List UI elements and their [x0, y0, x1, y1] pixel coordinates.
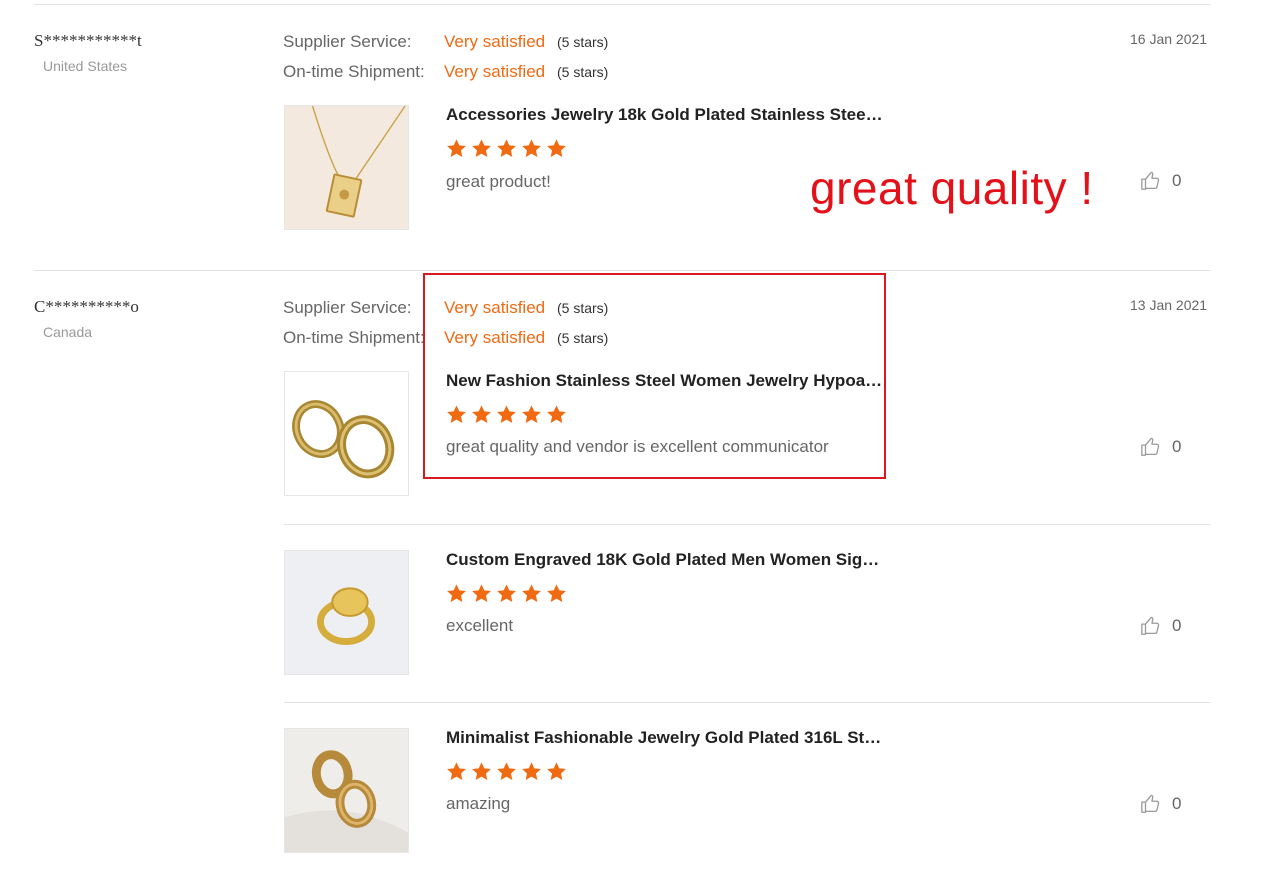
star-icon	[447, 762, 466, 780]
review-date: 13 Jan 2021	[1130, 297, 1208, 313]
star-icon	[447, 584, 466, 602]
like-button[interactable]: 0	[1140, 170, 1181, 192]
highlight-box	[423, 273, 886, 479]
review-date: 16 Jan 2021	[1130, 31, 1208, 47]
like-button[interactable]: 0	[1140, 793, 1181, 815]
thumbs-up-icon	[1141, 616, 1160, 635]
product-rating	[446, 138, 567, 159]
review-comment: great product!	[446, 172, 551, 191]
product-title[interactable]: Accessories Jewelry 18k Gold Plated Stai…	[446, 105, 886, 125]
like-count: 0	[1172, 171, 1182, 190]
like-button[interactable]: 0	[1140, 436, 1181, 458]
product-rating	[446, 583, 567, 604]
buyer-name: C**********o	[34, 297, 139, 316]
review-comment: amazing	[446, 794, 511, 813]
hoop-earrings-image[interactable]	[284, 371, 409, 496]
buyer-country: Canada	[43, 324, 93, 340]
supplier-service-label: Supplier Service:	[283, 32, 412, 51]
star-icon	[547, 762, 566, 780]
star-icon	[497, 139, 516, 157]
annotation-text: great quality !	[810, 162, 1094, 214]
shipment-value: Very satisfied	[444, 62, 546, 81]
thumbs-up-icon	[1141, 794, 1160, 813]
star-icon	[547, 139, 566, 157]
star-icon	[497, 584, 516, 602]
review-comment: excellent	[446, 616, 514, 635]
star-icon	[522, 584, 541, 602]
divider	[34, 270, 1211, 271]
buyer-name: S***********t	[34, 31, 142, 50]
like-count: 0	[1172, 616, 1182, 635]
star-icon	[522, 139, 541, 157]
star-icon	[497, 762, 516, 780]
necklace-image[interactable]	[284, 105, 409, 230]
supplier-service-value: Very satisfied	[444, 32, 546, 51]
chunky-hoop-image[interactable]	[284, 728, 409, 853]
shipment-label: On-time Shipment:	[283, 62, 425, 81]
signet-ring-image[interactable]	[284, 550, 409, 675]
product-title[interactable]: Custom Engraved 18K Gold Plated Men Wome…	[446, 550, 886, 570]
thumbs-up-icon	[1141, 437, 1160, 456]
like-count: 0	[1172, 794, 1182, 813]
star-icon	[447, 139, 466, 157]
supplier-service-label: Supplier Service:	[283, 298, 412, 317]
thumbs-up-icon	[1141, 171, 1160, 190]
divider	[284, 524, 1211, 525]
like-count: 0	[1172, 437, 1182, 456]
shipment-stars: (5 stars)	[557, 64, 609, 80]
divider	[34, 4, 1211, 5]
star-icon	[472, 139, 491, 157]
product-rating	[446, 761, 567, 782]
shipment-label: On-time Shipment:	[283, 328, 425, 347]
like-button[interactable]: 0	[1140, 615, 1181, 637]
supplier-service-stars: (5 stars)	[557, 34, 609, 50]
buyer-country: United States	[43, 58, 128, 74]
star-icon	[472, 762, 491, 780]
star-icon	[472, 584, 491, 602]
product-title[interactable]: Minimalist Fashionable Jewelry Gold Plat…	[446, 728, 886, 748]
divider	[284, 702, 1211, 703]
star-icon	[547, 584, 566, 602]
star-icon	[522, 762, 541, 780]
